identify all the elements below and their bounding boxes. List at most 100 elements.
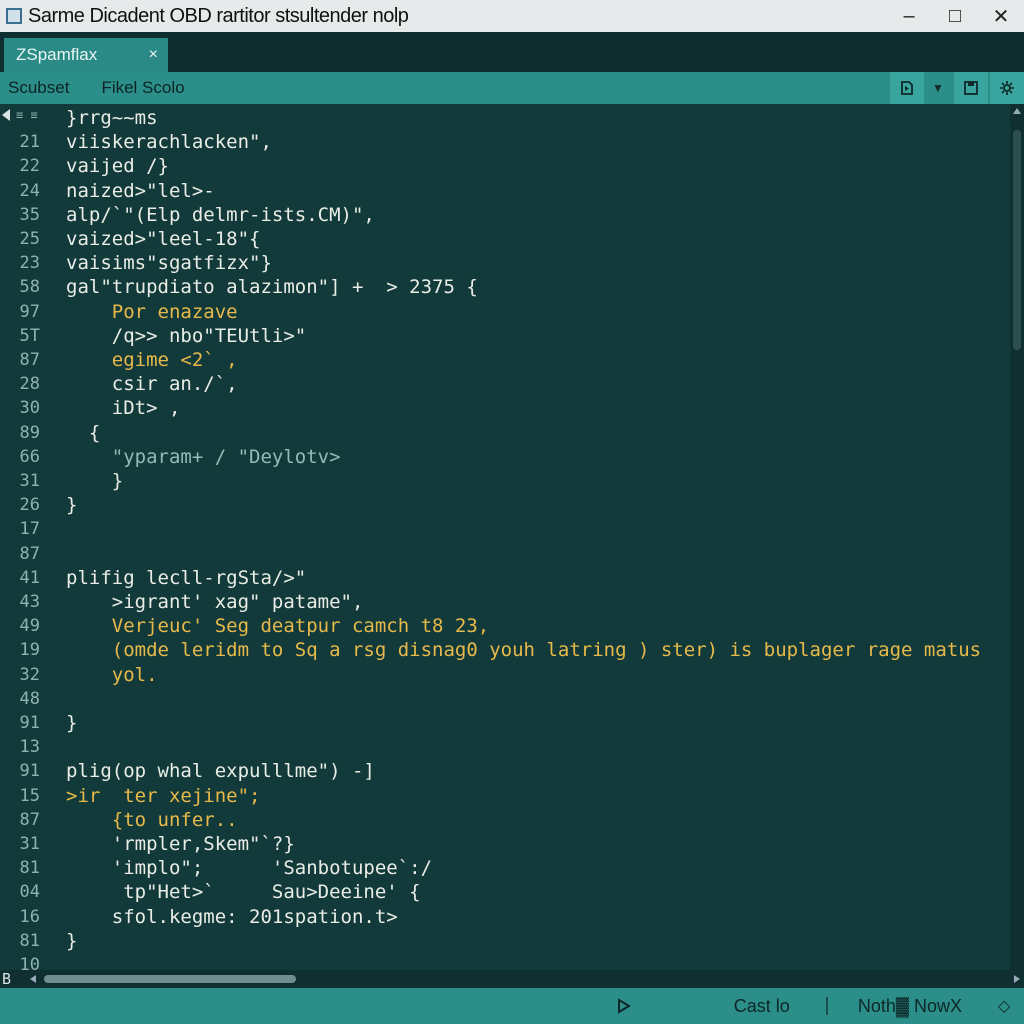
status-noth[interactable]: Noth▓ NowX	[858, 996, 962, 1017]
code-text: vaisims"sgatfizx"}	[66, 252, 272, 275]
line-number: 32	[19, 664, 40, 685]
code-line[interactable]: 26}	[0, 493, 1010, 517]
code-text: sfol.kegme: 201spation.t>	[66, 905, 398, 928]
menu-scubset[interactable]: Scubset	[8, 78, 69, 98]
tab-label: ZSpamflax	[16, 45, 98, 64]
vertical-scroll-thumb[interactable]	[1013, 130, 1021, 350]
code-line[interactable]: 31 'rmpler,Skem"`?}	[0, 832, 1010, 856]
line-number: 24	[19, 180, 40, 201]
tab-zspamflax[interactable]: ZSpamflax ×	[4, 38, 168, 72]
code-text: plig(op whal expulllme") -]	[66, 760, 375, 783]
line-number: 5T	[19, 325, 40, 346]
code-line[interactable]: 17	[0, 517, 1010, 541]
scroll-up-icon[interactable]	[1013, 108, 1021, 114]
code-line[interactable]: 91 plig(op whal expulllme") -]	[0, 759, 1010, 783]
code-text: }rrg~~ms	[66, 107, 158, 129]
code-line[interactable]: 81}	[0, 929, 1010, 953]
code-text: iDt> ,	[66, 397, 181, 420]
close-button[interactable]: ✕	[978, 0, 1024, 32]
hscroll-label: B	[2, 970, 12, 988]
code-line[interactable]: 49 Verjeuc' Seg deatpur camch t8 23,	[0, 614, 1010, 638]
line-number: 21	[19, 132, 40, 153]
code-text: naized>"lel>-	[66, 179, 215, 202]
code-editor[interactable]: ≡ ≡ }rrg~~ms 21 viiskerachlacken", 22 vaijed…	[0, 104, 1024, 975]
line-number: 30	[19, 398, 40, 419]
line-number: 19	[19, 640, 40, 661]
chevron-down-icon[interactable]: ▼	[924, 72, 952, 104]
line-number: 16	[19, 906, 40, 927]
settings-icon[interactable]	[990, 72, 1024, 104]
code-text: alp/`"(Elp delmr-ists.CM)",	[66, 203, 375, 226]
vertical-scrollbar[interactable]	[1010, 104, 1024, 970]
code-text: tp"Het>` Sau>Deeine' {	[66, 881, 421, 904]
line-number: 31	[19, 834, 40, 854]
status-divider	[825, 997, 828, 1015]
scroll-right-icon[interactable]	[1014, 975, 1020, 983]
code-line[interactable]: 30 iDt> ,	[0, 396, 1010, 420]
code-line[interactable]: 58 gal"trupdiato alazimon"] + > 2375 {	[0, 275, 1010, 299]
sync-icon[interactable]	[614, 996, 634, 1016]
code-text: plifig lecll-rgSta/>"	[66, 566, 307, 589]
code-text: 'rmpler,Skem"`?}	[66, 833, 295, 855]
code-line[interactable]: 25 vaized>"leel-18"{	[0, 227, 1010, 251]
code-line[interactable]: 66 "yparam+ / "Deylotv>	[0, 445, 1010, 469]
code-line[interactable]: 87 egime <2` ,	[0, 348, 1010, 372]
horizontal-scroll-thumb[interactable]	[44, 975, 296, 983]
code-text: Verjeuc' Seg deatpur camch t8 23,	[66, 615, 490, 638]
code-line[interactable]: 41 plifig lecll-rgSta/>"	[0, 566, 1010, 590]
save-icon[interactable]	[954, 72, 988, 104]
code-line[interactable]: 21 viiskerachlacken",	[0, 130, 1010, 154]
code-line[interactable]: 31 }	[0, 469, 1010, 493]
code-text: viiskerachlacken",	[66, 131, 272, 154]
code-line[interactable]: 5T /q>> nbo"TEUtli>"	[0, 324, 1010, 348]
code-text: gal"trupdiato alazimon"] + > 2375 {	[66, 276, 478, 299]
code-text: egime <2` ,	[66, 349, 238, 371]
code-line[interactable]: 91}	[0, 711, 1010, 735]
minimize-button[interactable]: –	[886, 0, 932, 32]
tab-close-icon[interactable]: ×	[149, 46, 158, 64]
line-number: 87	[19, 350, 40, 370]
app-icon	[6, 8, 22, 24]
horizontal-scrollbar[interactable]: B	[0, 970, 1024, 988]
code-line[interactable]: 32 yol.	[0, 663, 1010, 687]
status-bar: Cast lo Noth▓ NowX ◇	[0, 988, 1024, 1024]
status-cast[interactable]: Cast lo	[734, 996, 790, 1017]
code-line[interactable]: 22 vaijed /}	[0, 154, 1010, 178]
line-number: 41	[19, 567, 40, 588]
code-text: vaized>"leel-18"{	[66, 228, 261, 250]
line-number: 13	[19, 737, 40, 758]
code-line[interactable]: 23 vaisims"sgatfizx"}	[0, 251, 1010, 275]
code-line[interactable]: 87 {to unfer..	[0, 808, 1010, 832]
code-line[interactable]: 97 Por enazave	[0, 300, 1010, 324]
code-line[interactable]: 87	[0, 542, 1010, 566]
code-text: yol.	[66, 663, 158, 686]
code-line[interactable]: 13	[0, 735, 1010, 759]
code-line[interactable]: 04 tp"Het>` Sau>Deeine' {	[0, 880, 1010, 904]
code-line[interactable]: 19 (omde leridm to Sq a rsg disnag0 youh…	[0, 638, 1010, 662]
line-number: 15	[19, 785, 40, 806]
code-line[interactable]: 16 sfol.kegme: 201spation.t>	[0, 905, 1010, 929]
code-line[interactable]: 15 >ir ter xejine";	[0, 784, 1010, 808]
run-icon[interactable]	[890, 72, 924, 104]
title-bar: Sarme Dicadent OBD rartitor stsultender …	[0, 0, 1024, 32]
code-line[interactable]: 89 {	[0, 421, 1010, 445]
code-text: }	[66, 470, 124, 492]
code-line[interactable]: 35 alp/`"(Elp delmr-ists.CM)",	[0, 203, 1010, 227]
notification-icon[interactable]: ◇	[998, 996, 1020, 1016]
code-line[interactable]: }rrg~~ms	[0, 106, 1010, 130]
code-text: 'implo"; 'Sanbotupee`:/	[66, 857, 433, 880]
line-number: 97	[19, 301, 40, 322]
code-line[interactable]: 81 'implo"; 'Sanbotupee`:/	[0, 856, 1010, 880]
tab-strip: ZSpamflax ×	[0, 32, 1024, 72]
menu-fikel-scolo[interactable]: Fikel Scolo	[101, 78, 184, 98]
line-number: 89	[19, 422, 40, 443]
code-line[interactable]: 24 naized>"lel>-	[0, 179, 1010, 203]
maximize-button[interactable]: □	[932, 0, 978, 32]
code-line[interactable]: 43 >igrant' xag" patame",	[0, 590, 1010, 614]
code-line[interactable]: 48	[0, 687, 1010, 711]
line-number: 91	[19, 761, 40, 782]
scroll-left-icon[interactable]	[30, 975, 36, 983]
code-line[interactable]: 28 csir an./`,	[0, 372, 1010, 396]
line-number: 17	[19, 519, 40, 540]
code-text: vaijed /}	[66, 155, 169, 178]
